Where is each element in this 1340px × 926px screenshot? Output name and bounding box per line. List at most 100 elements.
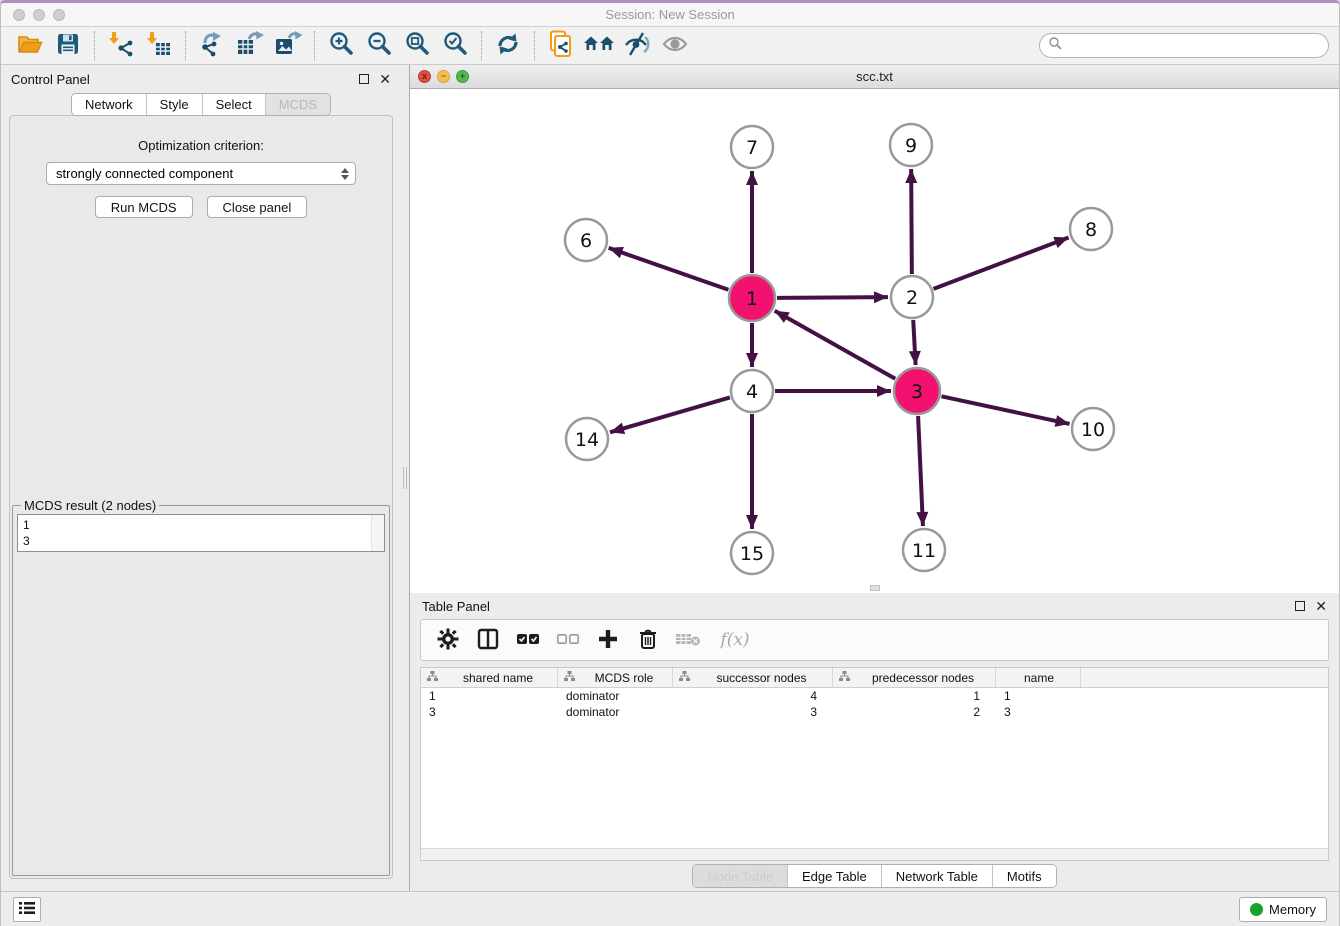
graph-node-14[interactable]: 14 xyxy=(566,418,608,460)
memory-button[interactable]: Memory xyxy=(1239,897,1327,922)
column-layout-button[interactable] xyxy=(473,625,503,655)
column-header-shared-name[interactable]: shared name xyxy=(421,668,558,687)
float-panel-icon[interactable] xyxy=(359,74,369,84)
first-neighbors-button[interactable] xyxy=(580,30,618,62)
close-table-panel-icon[interactable]: ✕ xyxy=(1315,601,1327,611)
select-all-button[interactable] xyxy=(513,625,543,655)
table-cell[interactable]: 3 xyxy=(996,704,1081,720)
tab-select[interactable]: Select xyxy=(202,94,265,115)
delete-table-button[interactable] xyxy=(673,625,703,655)
eye-icon xyxy=(661,32,689,59)
add-column-button[interactable] xyxy=(593,625,623,655)
tab-network-table[interactable]: Network Table xyxy=(881,865,992,887)
table-cell[interactable]: 3 xyxy=(673,704,833,720)
table-header-row: shared nameMCDS rolesuccessor nodesprede… xyxy=(421,668,1328,688)
search-input[interactable] xyxy=(1062,38,1320,53)
graph-node-3[interactable]: 3 xyxy=(894,368,940,414)
table-cell[interactable]: 1 xyxy=(996,688,1081,704)
task-history-button[interactable] xyxy=(13,897,41,922)
table-cell[interactable]: 3 xyxy=(421,704,558,720)
column-header-predecessor-nodes[interactable]: predecessor nodes xyxy=(833,668,996,687)
graph-node-1[interactable]: 1 xyxy=(729,275,775,321)
graph-node-2[interactable]: 2 xyxy=(891,276,933,318)
graph-node-10[interactable]: 10 xyxy=(1072,408,1114,450)
graph-node-6[interactable]: 6 xyxy=(565,219,607,261)
zoom-in-icon xyxy=(328,31,354,60)
zoom-in-button[interactable] xyxy=(322,30,360,62)
column-header-name[interactable]: name xyxy=(996,668,1081,687)
export-network-button[interactable] xyxy=(193,30,231,62)
graph-node-4[interactable]: 4 xyxy=(731,370,773,412)
edge-2-9[interactable] xyxy=(911,169,912,274)
edge-3-10[interactable] xyxy=(941,396,1069,424)
edge-1-2[interactable] xyxy=(777,297,888,298)
show-graphics-details-button[interactable] xyxy=(656,30,694,62)
edge-4-14[interactable] xyxy=(610,397,730,432)
splitter-grip[interactable] xyxy=(403,467,407,489)
table-cell[interactable]: dominator xyxy=(558,704,673,720)
refresh-layout-button[interactable] xyxy=(489,30,527,62)
table-rows: 1dominator4113dominator323 xyxy=(421,688,1328,720)
import-table-button[interactable] xyxy=(140,30,178,62)
float-table-panel-icon[interactable] xyxy=(1295,601,1305,611)
delete-column-button[interactable] xyxy=(633,625,663,655)
tab-node-table[interactable]: Node Table xyxy=(693,865,787,887)
edge-1-6[interactable] xyxy=(609,248,729,290)
table-tabs: Node TableEdge TableNetwork TableMotifs xyxy=(420,861,1329,891)
panel-splitter[interactable] xyxy=(401,65,409,891)
network-titlebar[interactable]: x − + scc.txt xyxy=(410,65,1339,89)
column-header-successor-nodes[interactable]: successor nodes xyxy=(673,668,833,687)
function-builder-button[interactable]: f(x) xyxy=(713,625,757,655)
svg-text:7: 7 xyxy=(746,137,758,159)
table-row[interactable]: 1dominator411 xyxy=(421,688,1328,704)
table-settings-button[interactable] xyxy=(433,625,463,655)
deselect-all-button[interactable] xyxy=(553,625,583,655)
table-cell[interactable]: dominator xyxy=(558,688,673,704)
svg-text:11: 11 xyxy=(912,540,936,562)
graph-node-9[interactable]: 9 xyxy=(890,124,932,166)
edge-3-1[interactable] xyxy=(775,311,896,379)
export-table-button[interactable] xyxy=(231,30,269,62)
graph-node-8[interactable]: 8 xyxy=(1070,208,1112,250)
network-canvas[interactable]: 1 2 3 4 6 7 8 9 10 11 14 15 xyxy=(410,89,1340,592)
run-mcds-button[interactable]: Run MCDS xyxy=(95,196,193,218)
edge-3-11[interactable] xyxy=(918,416,923,526)
zoom-fit-button[interactable] xyxy=(398,30,436,62)
table-cell[interactable]: 4 xyxy=(673,688,833,704)
table-hscrollbar[interactable] xyxy=(421,848,1328,860)
control-panel: Control Panel ✕ NetworkStyleSelectMCDS O… xyxy=(1,65,401,891)
save-session-button[interactable] xyxy=(49,30,87,62)
table-cell[interactable]: 1 xyxy=(421,688,558,704)
optimization-criterion-select[interactable]: strongly connected component xyxy=(46,162,356,185)
close-panel-icon[interactable]: ✕ xyxy=(379,74,391,84)
tab-style[interactable]: Style xyxy=(146,94,202,115)
graph-node-7[interactable]: 7 xyxy=(731,126,773,168)
graph-node-15[interactable]: 15 xyxy=(731,532,773,574)
copy-network-button[interactable] xyxy=(542,30,580,62)
close-panel-button[interactable]: Close panel xyxy=(207,196,308,218)
import-network-button[interactable] xyxy=(102,30,140,62)
search-field[interactable] xyxy=(1039,33,1329,58)
table-cell[interactable]: 1 xyxy=(833,688,996,704)
refresh-icon xyxy=(495,31,521,60)
canvas-resize-handle[interactable] xyxy=(870,585,880,591)
zoom-out-button[interactable] xyxy=(360,30,398,62)
column-header-MCDS-role[interactable]: MCDS role xyxy=(558,668,673,687)
tab-mcds[interactable]: MCDS xyxy=(265,94,330,115)
tab-motifs[interactable]: Motifs xyxy=(992,865,1056,887)
network-canvas-container[interactable]: 1 2 3 4 6 7 8 9 10 11 14 15 xyxy=(410,89,1339,593)
graph-node-11[interactable]: 11 xyxy=(903,529,945,571)
tab-edge-table[interactable]: Edge Table xyxy=(787,865,881,887)
zoom-selected-button[interactable] xyxy=(436,30,474,62)
hide-graphics-details-button[interactable] xyxy=(618,30,656,62)
table-cell[interactable]: 2 xyxy=(833,704,996,720)
edge-2-3[interactable] xyxy=(913,320,915,365)
table-row[interactable]: 3dominator323 xyxy=(421,704,1328,720)
houses-icon xyxy=(583,32,615,59)
tab-network[interactable]: Network xyxy=(72,94,146,115)
edge-2-8[interactable] xyxy=(934,238,1069,289)
open-session-button[interactable] xyxy=(11,30,49,62)
window-title: Session: New Session xyxy=(1,7,1339,22)
result-scrollbar[interactable] xyxy=(371,515,384,551)
export-image-button[interactable] xyxy=(269,30,307,62)
